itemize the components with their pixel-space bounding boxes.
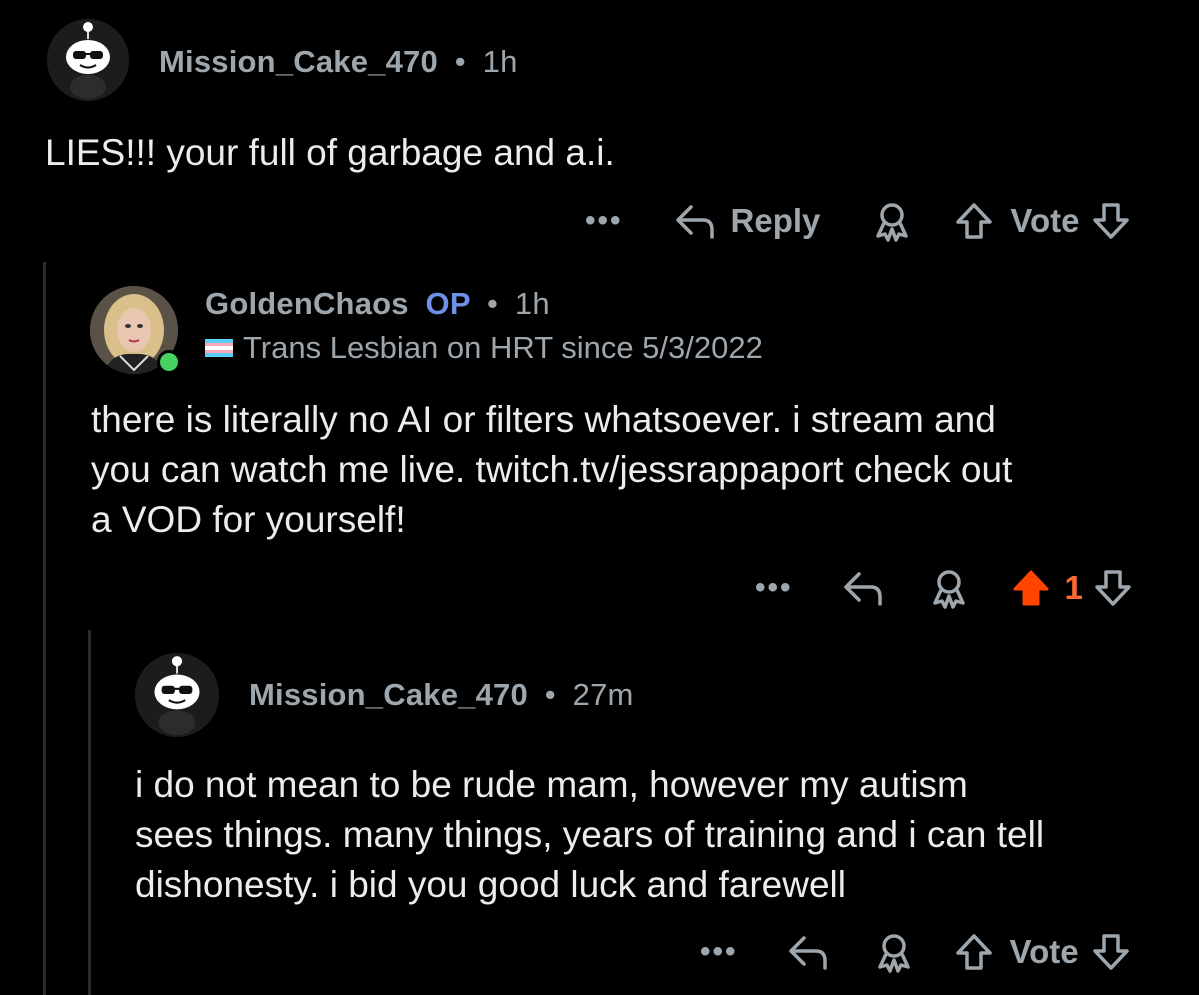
vote-label: Vote [1009, 933, 1079, 970]
online-indicator [157, 350, 181, 374]
comment-actions: ••• Vote [700, 930, 1131, 974]
more-button[interactable]: ••• [585, 204, 623, 238]
comment-line: sees things. many things, years of train… [135, 814, 1045, 855]
comment-body: i do not mean to be rude mam, however my… [135, 760, 1044, 910]
comment-actions: ••• Reply Vote [585, 199, 1131, 243]
trans-flag-icon [205, 339, 233, 357]
comment-header: Mission_Cake_470 • 1h [159, 44, 518, 80]
award-icon[interactable] [929, 567, 969, 609]
comment-line: there is literally no AI or filters what… [91, 399, 996, 440]
separator: • [544, 677, 556, 712]
comment-line: dishonesty. i bid you good luck and fare… [135, 864, 846, 905]
comment-line: you can watch me live. twitch.tv/jessrap… [91, 449, 1013, 490]
user-flair: Trans Lesbian on HRT since 5/3/2022 [205, 330, 763, 366]
snoo-avatar-icon [135, 653, 219, 737]
upvote-icon[interactable] [954, 932, 994, 972]
reply-arrow-icon [675, 205, 714, 239]
comment-header: Mission_Cake_470 • 27m [249, 677, 634, 713]
more-button[interactable]: ••• [700, 935, 738, 969]
reply-arrow-icon[interactable] [841, 568, 885, 608]
upvote-icon-active[interactable] [1011, 568, 1051, 608]
avatar[interactable] [47, 19, 129, 101]
more-button[interactable]: ••• [755, 571, 793, 605]
timestamp[interactable]: 1h [483, 44, 518, 79]
timestamp[interactable]: 27m [573, 677, 634, 712]
comment-body: LIES!!! your full of garbage and a.i. [45, 128, 615, 178]
reply-arrow-icon[interactable] [786, 932, 830, 972]
comment-header: GoldenChaos OP • 1h [205, 286, 550, 322]
downvote-icon[interactable] [1093, 568, 1133, 608]
comment-line: LIES!!! your full of garbage and a.i. [45, 132, 615, 173]
username[interactable]: GoldenChaos [205, 286, 409, 321]
award-icon[interactable] [874, 931, 914, 973]
score: 1 [1064, 569, 1083, 606]
separator: • [454, 44, 466, 79]
thread-line-level-1[interactable] [43, 262, 46, 995]
username[interactable]: Mission_Cake_470 [159, 44, 438, 79]
timestamp[interactable]: 1h [515, 286, 550, 321]
comment-line: i do not mean to be rude mam, however my… [135, 764, 968, 805]
reply-label: Reply [730, 202, 821, 239]
username[interactable]: Mission_Cake_470 [249, 677, 528, 712]
flair-text: Trans Lesbian on HRT since 5/3/2022 [243, 330, 763, 365]
downvote-icon[interactable] [1091, 932, 1131, 972]
comment-line: a VOD for yourself! [91, 499, 406, 540]
comment-actions: ••• 1 [755, 566, 1133, 610]
vote-label: Vote [1010, 202, 1080, 239]
snoo-avatar-icon [47, 19, 129, 101]
award-icon[interactable] [872, 200, 912, 242]
comment-body: there is literally no AI or filters what… [91, 395, 1012, 545]
upvote-icon[interactable] [954, 201, 994, 241]
thread-line-level-2[interactable] [88, 630, 91, 995]
reply-button[interactable]: Reply [673, 201, 821, 241]
op-badge: OP [425, 286, 471, 321]
separator: • [487, 286, 499, 321]
avatar[interactable] [135, 653, 219, 737]
downvote-icon[interactable] [1091, 201, 1131, 241]
